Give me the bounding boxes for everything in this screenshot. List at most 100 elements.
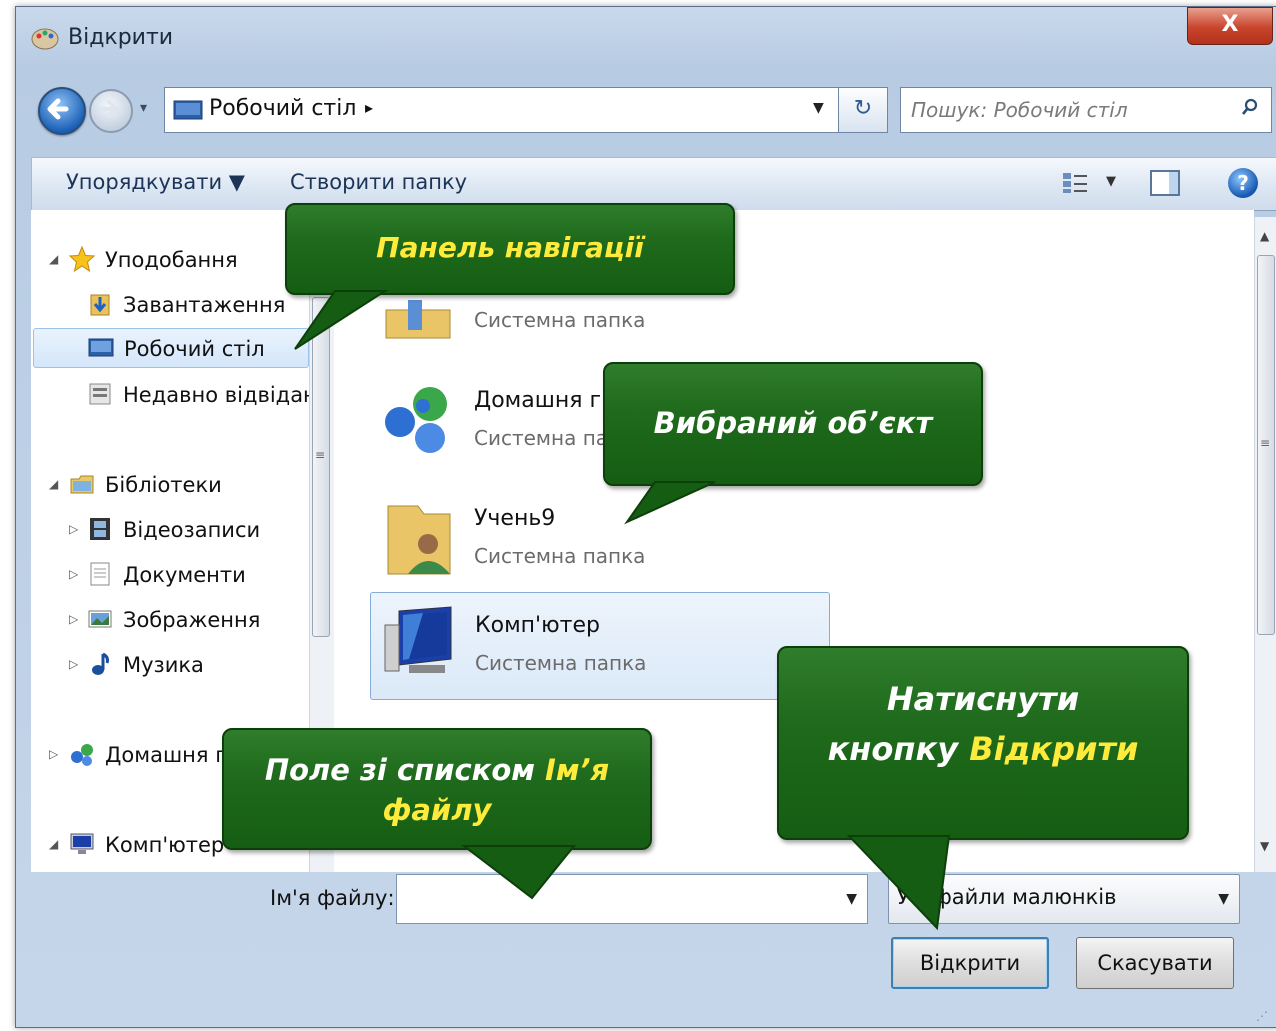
music-icon [92, 652, 109, 675]
sidebar-item-label: Відеозаписи [123, 518, 261, 542]
scrollbar-grip-icon: ≡ [315, 448, 326, 462]
expand-arrow-icon[interactable]: ◢ [49, 837, 58, 851]
breadcrumb-chevron-icon[interactable]: ▸ [365, 98, 373, 117]
history-dropdown[interactable]: ▾ [140, 100, 147, 116]
scroll-up-icon[interactable]: ▲ [1260, 229, 1269, 243]
desktop-icon [88, 338, 114, 357]
search-box[interactable] [900, 87, 1272, 133]
callout-tail [624, 481, 716, 525]
preview-pane-icon[interactable] [1150, 170, 1180, 196]
computer-icon [384, 606, 452, 673]
callout-text-highlight: Ім’я [545, 753, 610, 787]
homegroup-icon [385, 387, 447, 453]
refresh-button[interactable]: ↻ [838, 87, 888, 133]
search-input[interactable] [909, 94, 1223, 126]
help-icon[interactable]: ? [1228, 168, 1258, 198]
expand-arrow-icon[interactable]: ▷ [69, 522, 78, 536]
callout-text-line2: кнопку Відкрити [779, 724, 1187, 774]
forward-arrow-icon [99, 100, 119, 118]
file-type: Системна папка [475, 651, 647, 675]
videos-icon [90, 518, 110, 540]
sidebar-item-pictures[interactable]: ▷ Зображення [31, 600, 311, 640]
resize-grip-icon[interactable]: ⋰ [1256, 1009, 1268, 1023]
homegroup-icon [71, 744, 93, 766]
user-folder-icon [387, 505, 451, 575]
cancel-button[interactable]: Скасувати [1076, 937, 1234, 989]
callout-tail [294, 290, 389, 350]
file-name: Комп'ютер [475, 613, 600, 638]
callout-text-highlight: файлу [382, 793, 492, 827]
search-icon [1241, 98, 1258, 115]
sidebar-item-libraries[interactable]: ◢ Бібліотеки [31, 465, 311, 505]
scroll-down-icon[interactable]: ▼ [1260, 839, 1269, 853]
recent-places-icon [89, 383, 111, 405]
list-item[interactable]: Учень9 Системна папка [370, 486, 830, 590]
forward-button[interactable] [89, 89, 133, 133]
callout-text-prefix: кнопку [827, 730, 970, 768]
star-icon [69, 246, 95, 272]
new-folder-button[interactable]: Створити папку [290, 170, 467, 194]
computer-icon [70, 833, 94, 854]
back-button[interactable] [38, 87, 86, 135]
scrollbar-grip-icon: ≡ [1260, 436, 1271, 450]
file-type-dropdown-icon[interactable]: ▼ [1218, 891, 1229, 907]
open-button[interactable]: Відкрити [891, 937, 1049, 989]
sidebar-item-label: Уподобання [105, 248, 238, 272]
callout-press-open: Натиснути кнопку Відкрити [777, 646, 1189, 931]
address-path[interactable]: Робочий стіл [209, 96, 356, 121]
callout-tail [461, 845, 577, 900]
libraries-icon [70, 475, 94, 494]
documents-icon [90, 562, 110, 586]
sidebar-item-videos[interactable]: ▷ Відеозаписи [31, 510, 311, 550]
sidebar-item-label: Зображення [123, 608, 261, 632]
expand-arrow-icon[interactable]: ◢ [49, 477, 58, 491]
change-view-icon[interactable] [1062, 172, 1088, 194]
sidebar-item-desktop[interactable]: Робочий стіл [33, 328, 309, 368]
sidebar-item-label: Комп'ютер [105, 833, 225, 857]
file-name: Учень9 [474, 506, 556, 531]
callout-navigation-pane: Панель навігації [285, 203, 735, 350]
sidebar-item-downloads[interactable]: Завантаження [31, 285, 311, 325]
sidebar-item-label: Завантаження [123, 293, 286, 317]
sidebar-item-label: Музика [123, 653, 204, 677]
sidebar-item-recent[interactable]: Недавно відвідан [31, 375, 317, 415]
address-bar[interactable]: Робочий стіл ▸ ▼ [164, 87, 864, 133]
sidebar-item-label: Бібліотеки [105, 473, 222, 497]
sidebar-item-documents[interactable]: ▷ Документи [31, 555, 311, 595]
sidebar-item-label: Робочий стіл [124, 337, 265, 361]
sidebar-item-music[interactable]: ▷ Музика [31, 645, 311, 685]
sidebar-item-label: Документи [123, 563, 246, 587]
window-title: Відкрити [68, 25, 174, 50]
file-list-scrollbar[interactable]: ▲ ≡ ▼ [1254, 217, 1276, 872]
views-dropdown-icon[interactable]: ▼ [1106, 174, 1116, 189]
expand-arrow-icon[interactable]: ▷ [69, 657, 78, 671]
file-type: Системна папка [474, 544, 646, 568]
expand-arrow-icon[interactable]: ◢ [49, 252, 58, 266]
sidebar-item-label: Недавно відвідан [123, 383, 317, 407]
downloads-icon [90, 294, 110, 316]
callout-text-line1: Натиснути [886, 680, 1080, 718]
expand-arrow-icon[interactable]: ▷ [69, 612, 78, 626]
address-dropdown-icon[interactable]: ▼ [813, 100, 824, 116]
callout-selected-object: Вибраний об’єкт [603, 362, 983, 525]
organize-menu-button[interactable]: Упорядкувати ▼ [66, 170, 245, 194]
list-item[interactable]: Комп'ютер Системна папка [370, 592, 830, 700]
callout-tail [846, 835, 951, 931]
close-button[interactable]: X [1187, 7, 1273, 45]
callout-text-prefix: Поле зі списком [264, 753, 546, 787]
expand-arrow-icon[interactable]: ▷ [69, 567, 78, 581]
filename-label: Ім'я файлу: [270, 886, 395, 910]
sidebar-item-favorites[interactable]: ◢ Уподобання [31, 240, 311, 280]
scrollbar-thumb[interactable]: ≡ [1257, 255, 1275, 635]
callout-text: Панель навігації [376, 231, 644, 264]
file-type: Системна папка [474, 308, 646, 332]
pictures-icon [88, 610, 112, 628]
callout-text-highlight: Відкрити [969, 730, 1139, 768]
expand-arrow-icon[interactable]: ▷ [49, 747, 58, 761]
callout-filename-field: Поле зі списком Ім’я файлу [222, 728, 652, 900]
sidebar-item-label: Домашня г [105, 743, 227, 767]
desktop-icon [173, 100, 203, 120]
back-arrow-icon [47, 98, 69, 120]
app-paint-icon [31, 28, 59, 50]
callout-text: Вибраний об’єкт [653, 406, 933, 440]
